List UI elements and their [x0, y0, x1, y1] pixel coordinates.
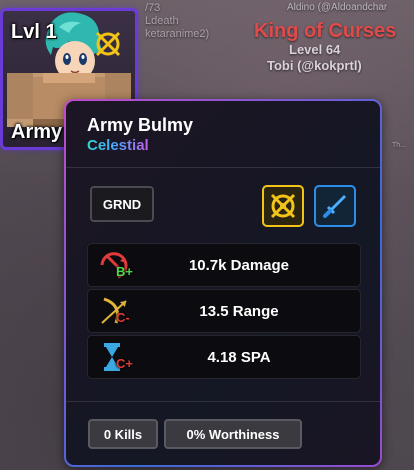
player-tag-top: Aldino (@Aldoandchar: [287, 2, 388, 13]
bg-text-3: ketaranime2): [145, 28, 210, 40]
unit-level: Lvl 1: [11, 21, 57, 43]
stat-row-damage: B+ 10.7k Damage: [87, 243, 361, 287]
worthiness-badge: 0% Worthiness: [164, 419, 302, 449]
stat-grade: B+: [116, 264, 133, 279]
unit-name: Army Bulmy: [87, 115, 194, 135]
player-name: Tobi (@kokprtl): [267, 58, 362, 73]
trait-button-secondary[interactable]: [314, 185, 356, 227]
stat-grade: C+: [116, 356, 133, 371]
stat-value: 4.18 SPA: [207, 348, 271, 366]
crossed-circle-icon: [270, 193, 296, 219]
bg-side-text: Th...: [392, 142, 407, 149]
header-divider: [66, 167, 380, 168]
stat-value: 13.5 Range: [199, 302, 279, 320]
unit-info-panel: Army Bulmy Celestial GRND B+ 10.7k Damag…: [64, 99, 382, 467]
footer-divider: [66, 401, 380, 402]
stat-row-range: C- 13.5 Range: [87, 289, 361, 333]
crossed-circle-icon: [95, 31, 121, 57]
bg-text-2: Ldeath: [145, 15, 179, 27]
kills-badge: 0 Kills: [88, 419, 158, 449]
rarity-label: Celestial: [87, 137, 149, 154]
placement-badge[interactable]: GRND: [90, 186, 154, 222]
stat-grade: C-: [116, 310, 130, 325]
stat-row-spa: C+ 4.18 SPA: [87, 335, 361, 379]
sword-icon: [323, 195, 346, 218]
bg-text-1: /73: [145, 2, 161, 14]
stat-value: 10.7k Damage: [188, 256, 290, 274]
trait-button-primary[interactable]: [262, 185, 304, 227]
enemy-title: King of Curses: [254, 20, 397, 42]
enemy-level: Level 64: [289, 42, 341, 57]
